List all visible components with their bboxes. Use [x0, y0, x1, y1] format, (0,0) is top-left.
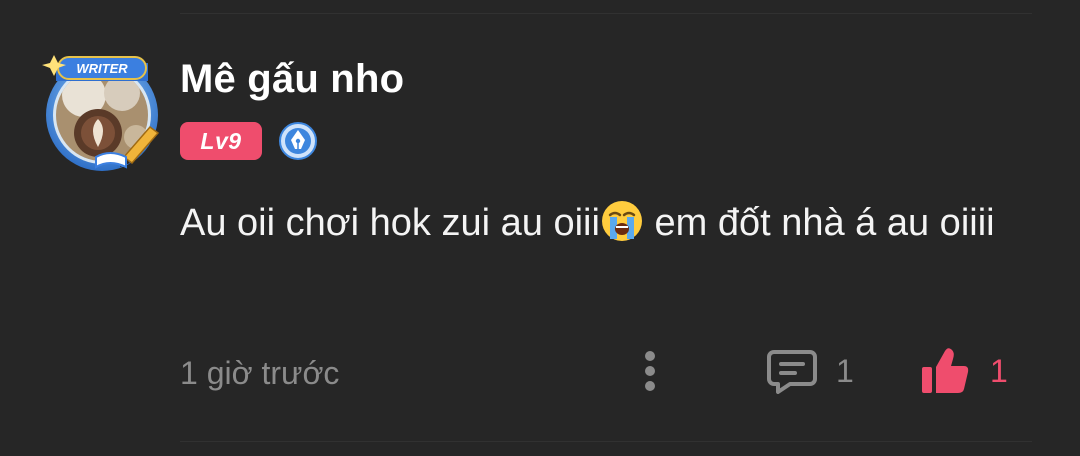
username[interactable]: Mê gấu nho: [180, 57, 404, 102]
avatar-badge-label: WRITER: [76, 61, 128, 76]
reply-button[interactable]: 1: [766, 344, 854, 398]
vertical-dots-icon: [645, 351, 655, 391]
user-avatar[interactable]: WRITER: [36, 45, 168, 177]
comment-text: Au oii chơi hok zui au oiii em đốt nhà á…: [180, 194, 1040, 252]
like-count: 1: [990, 352, 1008, 389]
thumbs-up-icon: [922, 348, 969, 393]
bottom-divider: [180, 441, 1032, 442]
loudly-crying-face-icon: [601, 201, 642, 241]
more-options-button[interactable]: [630, 344, 670, 398]
like-button[interactable]: 1: [920, 344, 1008, 398]
user-badges: Lv9: [180, 121, 318, 161]
comment-bubble-icon: [767, 350, 817, 394]
top-divider: [180, 13, 1032, 14]
reply-count: 1: [836, 352, 854, 389]
pen-nib-icon[interactable]: [278, 121, 318, 161]
comment-timestamp: 1 giờ trước: [180, 355, 340, 391]
level-badge[interactable]: Lv9: [180, 122, 262, 160]
comment-text-part-2: em đốt nhà á au oiiii: [643, 202, 995, 244]
comment-text-part-1: Au oii chơi hok zui au oiii: [180, 202, 600, 244]
